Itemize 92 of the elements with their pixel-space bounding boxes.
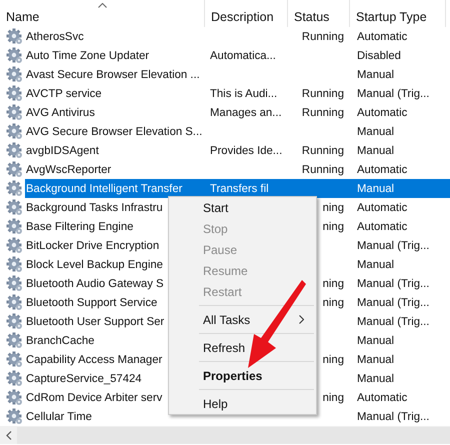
startup-type: Automatic [357, 164, 408, 176]
service-status: ning [322, 296, 344, 308]
startup-type: Manual (Trig... [357, 410, 430, 422]
column-header[interactable]: Startup Type [350, 0, 446, 27]
service-name[interactable]: Bluetooth User Support Ser [26, 316, 164, 328]
startup-type: Manual (Trig... [357, 88, 430, 100]
startup-type: Manual [357, 126, 394, 138]
service-name[interactable]: Bluetooth Audio Gateway S [26, 278, 164, 290]
service-name[interactable]: CdRom Device Arbiter serv [26, 392, 162, 404]
startup-type: Automatic [357, 202, 408, 214]
menu-item[interactable]: Start [169, 197, 316, 218]
service-status: ning [322, 202, 344, 214]
service-status: Running [302, 106, 344, 118]
startup-type: Automatic [357, 106, 408, 118]
gear-icon [6, 294, 23, 311]
service-status: ning [322, 392, 344, 404]
startup-type: Manual [357, 144, 394, 156]
service-name[interactable]: Cellular Time [26, 410, 92, 422]
service-name[interactable]: AVG Antivirus [26, 106, 95, 118]
gear-icon [6, 275, 23, 292]
service-name[interactable]: BitLocker Drive Encryption [26, 240, 160, 252]
service-description: Automatica... [210, 50, 276, 62]
gear-icon [6, 351, 23, 368]
startup-type: Manual [357, 354, 394, 366]
column-header[interactable]: Status [288, 0, 350, 27]
service-status: ning [322, 354, 344, 366]
gear-icon [6, 142, 23, 159]
gear-icon [6, 218, 23, 235]
gear-icon [6, 370, 23, 387]
gear-icon [6, 256, 23, 273]
service-name[interactable]: AtherosSvc [26, 30, 84, 42]
column-header[interactable]: Description [205, 0, 288, 27]
startup-type: Manual (Trig... [357, 296, 430, 308]
service-name[interactable]: Background Tasks Infrastru [26, 202, 163, 214]
service-description: Manages an... [210, 106, 282, 118]
service-name[interactable]: Auto Time Zone Updater [26, 50, 150, 62]
service-status: Running [302, 164, 344, 176]
gear-icon [6, 85, 23, 102]
gear-icon [6, 66, 23, 83]
gear-icon [6, 47, 23, 64]
menu-item[interactable]: Help [169, 393, 316, 414]
startup-type: Manual [357, 68, 394, 80]
service-name[interactable]: AVCTP service [26, 88, 102, 100]
submenu-chevron-icon [299, 315, 304, 324]
service-name[interactable]: BranchCache [26, 334, 94, 346]
service-name[interactable]: avgbIDSAgent [26, 144, 99, 156]
service-name[interactable]: Avast Secure Browser Elevation ... [26, 68, 200, 80]
gear-icon [6, 28, 23, 45]
service-name[interactable]: Capability Access Manager [26, 354, 162, 366]
service-status: Running [302, 144, 344, 156]
service-status: Running [302, 30, 344, 42]
startup-type: Manual [357, 258, 394, 270]
startup-type: Manual [357, 372, 394, 384]
startup-type: Manual (Trig... [357, 240, 430, 252]
service-name[interactable]: CaptureService_57424 [26, 372, 142, 384]
horizontal-scrollbar[interactable] [0, 426, 450, 444]
startup-type: Automatic [357, 392, 408, 404]
gear-icon [6, 199, 23, 216]
service-status: ning [322, 220, 344, 232]
service-name[interactable]: Background Intelligent Transfer [26, 182, 182, 194]
menu-item[interactable]: Refresh [169, 337, 316, 358]
service-description: Provides Ide... [210, 144, 282, 156]
gear-icon [6, 161, 23, 178]
service-name[interactable]: AvgWscReporter [26, 164, 112, 176]
service-name[interactable]: AVG Secure Browser Elevation S... [26, 126, 202, 138]
gear-icon [6, 237, 23, 254]
gear-icon [6, 408, 23, 425]
service-description: Transfers fil [210, 182, 269, 194]
startup-type: Automatic [357, 220, 408, 232]
service-name[interactable]: Base Filtering Engine [26, 220, 134, 232]
startup-type: Disabled [357, 50, 401, 62]
selected-row-highlight[interactable]: Background Intelligent Transfer Transfers fil Manual [25, 179, 450, 198]
startup-type: Manual (Trig... [357, 278, 430, 290]
menu-item[interactable]: All Tasks [169, 309, 316, 330]
service-description: This is Audi... [210, 88, 278, 100]
gear-icon [6, 104, 23, 121]
gear-icon [6, 123, 23, 140]
startup-type: Automatic [357, 30, 408, 42]
menu-item[interactable]: Properties [169, 365, 316, 386]
service-status: Running [302, 88, 344, 100]
service-status: ning [322, 278, 344, 290]
gear-icon [6, 389, 23, 406]
column-header[interactable]: Name [0, 0, 205, 27]
service-name[interactable]: Block Level Backup Engine [26, 258, 163, 270]
gear-icon [6, 180, 23, 197]
startup-type: Manual [357, 182, 394, 194]
startup-type: Manual [357, 334, 394, 346]
gear-icon [6, 332, 23, 349]
sort-icon [98, 3, 107, 8]
startup-type: Manual (Trig... [357, 316, 430, 328]
gear-icon [6, 313, 23, 330]
service-name[interactable]: Bluetooth Support Service [26, 296, 158, 308]
